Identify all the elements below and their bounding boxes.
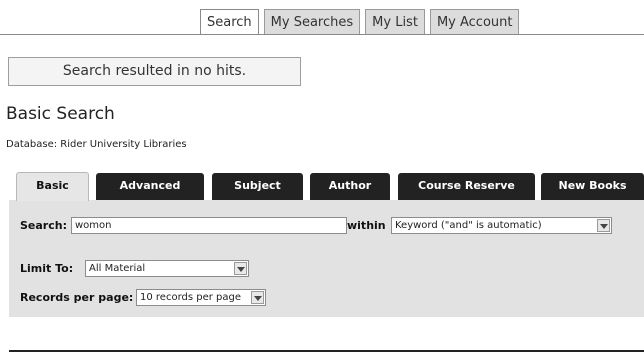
tab-basic[interactable]: Basic: [16, 172, 89, 201]
top-navigation: Search My Searches My List My Account: [200, 9, 524, 35]
search-form-panel: Search: womon within Keyword ("and" is a…: [9, 200, 644, 317]
chevron-down-icon[interactable]: [597, 219, 610, 232]
tab-author[interactable]: Author: [310, 173, 390, 200]
tab-advanced[interactable]: Advanced: [96, 173, 204, 200]
tab-search[interactable]: Search: [200, 9, 259, 35]
nav-divider: [0, 34, 644, 35]
search-input[interactable]: womon: [71, 217, 347, 234]
within-select-value: Keyword ("and" is automatic): [395, 220, 542, 231]
records-per-page-select[interactable]: 10 records per page: [136, 289, 266, 306]
records-per-page-label: Records per page:: [20, 291, 134, 304]
limit-to-select[interactable]: All Material: [85, 260, 249, 277]
search-type-tabs: Basic Advanced Subject Author Course Res…: [16, 172, 644, 201]
chevron-down-icon[interactable]: [234, 262, 247, 275]
chevron-down-icon[interactable]: [251, 291, 264, 304]
records-per-page-value: 10 records per page: [140, 292, 242, 303]
tab-my-searches[interactable]: My Searches: [263, 9, 361, 35]
database-label: Database: Rider University Libraries: [6, 139, 187, 150]
tab-course-reserve[interactable]: Course Reserve: [398, 173, 535, 200]
tab-my-account[interactable]: My Account: [429, 9, 520, 35]
tab-subject[interactable]: Subject: [212, 173, 303, 200]
footer-divider: [9, 350, 644, 352]
tab-new-books[interactable]: New Books: [541, 173, 644, 200]
search-label: Search:: [20, 219, 67, 232]
within-select[interactable]: Keyword ("and" is automatic): [391, 217, 612, 234]
no-results-message: Search resulted in no hits.: [8, 57, 301, 86]
tab-my-list[interactable]: My List: [365, 9, 425, 35]
limit-to-select-value: All Material: [89, 263, 146, 274]
within-label: within: [347, 219, 386, 232]
limit-to-label: Limit To:: [20, 262, 74, 275]
page-title: Basic Search: [6, 104, 115, 124]
